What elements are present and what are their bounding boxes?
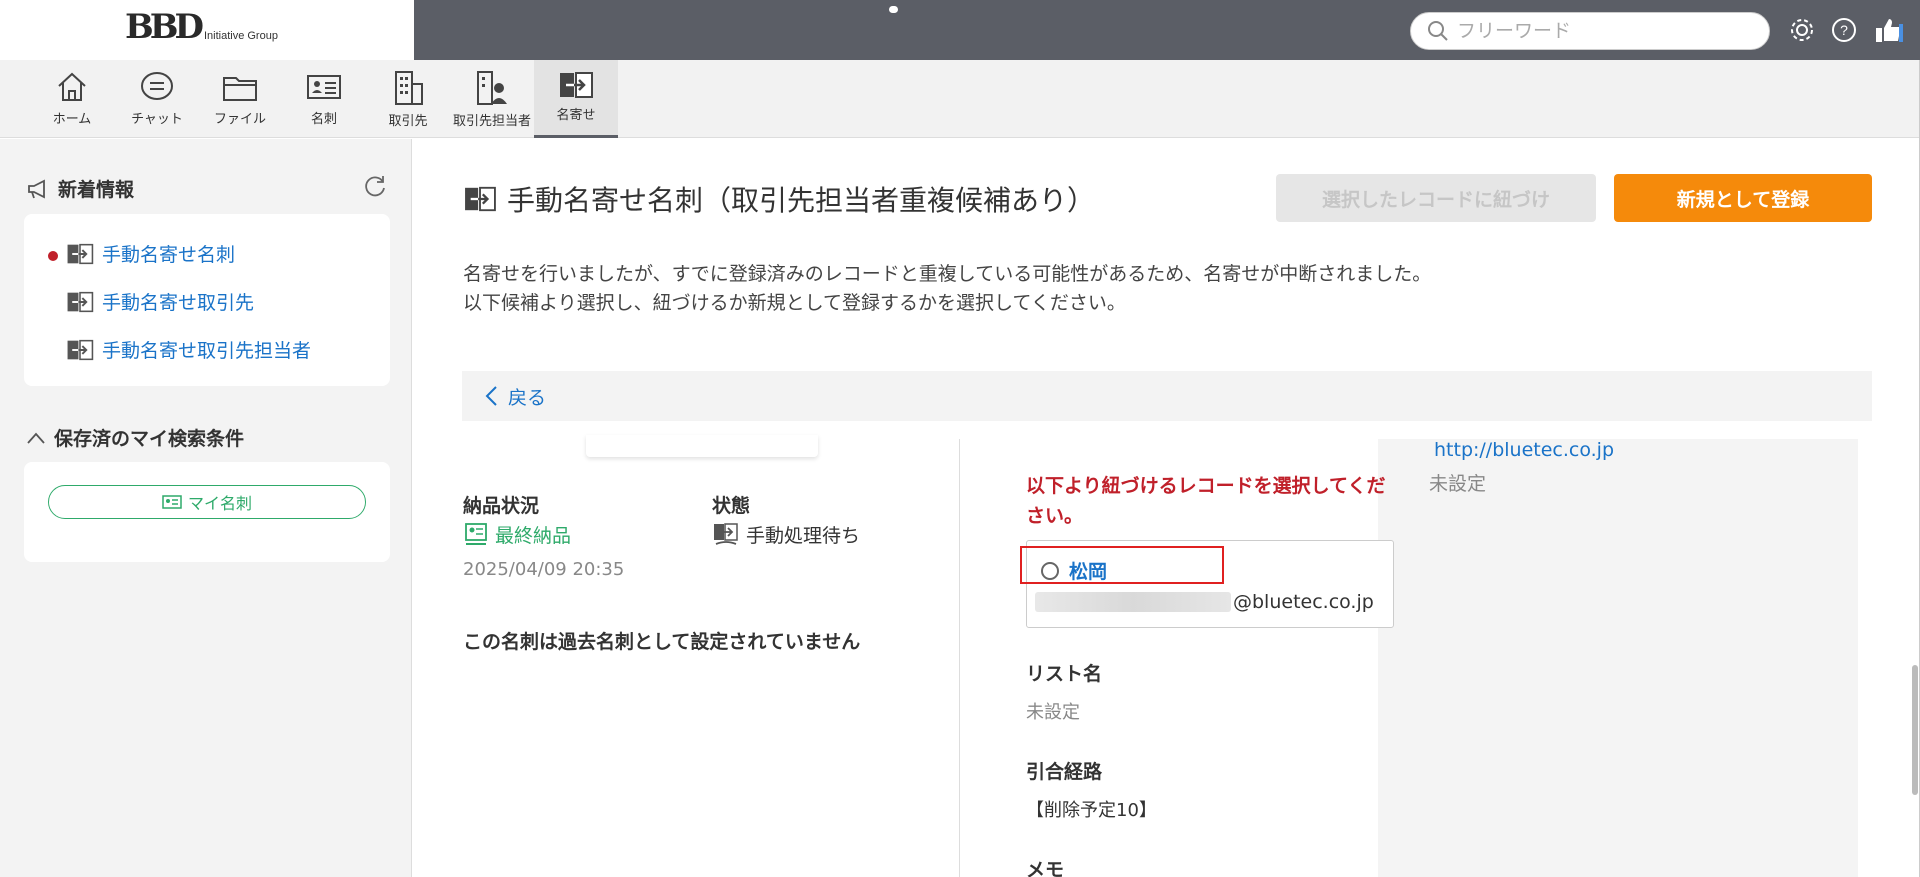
my-card-button[interactable]: マイ名刺 [48,485,366,519]
nav-label: 取引先 [388,114,428,129]
saved-search-header[interactable]: 保存済のマイ検索条件 [26,424,244,451]
state-label: 状態 [712,495,751,517]
list-name-value: 未設定 [1026,702,1080,723]
page-title-text: 手動名寄せ名刺（取引先担当者重複候補あり） [507,184,1096,217]
news-title: 新着情報 [58,179,135,201]
main-content: 手動名寄せ名刺（取引先担当者重複候補あり） 選択したレコードに紐づけ 新規として… [413,139,1920,877]
candidate-column: 以下より紐づけるレコードを選択してください。 松岡 @bluetec.co.jp… [978,439,1394,877]
merge-icon [67,243,94,264]
description-line-1: 名寄せを行いましたが、すでに登録済みのレコードと重複している可能性があるため、名… [463,263,1432,285]
merge-icon [67,291,94,312]
search-input[interactable] [1457,20,1747,42]
nav-label: ホーム [52,112,92,127]
saved-search-title: 保存済のマイ検索条件 [54,428,245,450]
register-new-button[interactable]: 新規として登録 [1614,174,1872,222]
logo-mark: BBD [125,7,204,47]
news-item-label: 手動名寄せ取引先 [102,292,255,314]
nav-file[interactable]: ファイル [208,60,272,138]
card-image-thumbnail[interactable] [586,435,818,457]
delivery-status-text: 最終納品 [495,525,572,547]
select-record-message: 以下より紐づけるレコードを選択してください。 [1026,475,1386,527]
chat-icon [141,72,173,100]
chevron-up-icon [27,432,45,444]
candidate-highlight-box [1020,546,1224,584]
column-divider [959,439,960,877]
news-item-label: 手動名寄せ取引先担当者 [102,340,312,362]
state-text: 手動処理待ち [746,525,861,547]
nav-company[interactable]: 取引先 [380,60,436,138]
folder-icon [223,77,257,101]
svg-text:?: ? [1840,22,1848,38]
thumbs-up-icon[interactable] [1873,15,1903,45]
my-card-label: マイ名刺 [187,494,252,513]
link-selected-record-button[interactable]: 選択したレコードに紐づけ [1276,174,1596,222]
home-icon [58,72,86,101]
manual-process-icon [714,522,738,545]
nav-label: チャット [131,112,183,127]
main-nav: ホーム チャット ファイル 名刺 取引先 取引先担当者 名寄せ [0,60,1920,138]
back-label: 戻る [508,386,547,409]
delivery-datetime: 2025/04/09 20:35 [463,559,625,580]
news-item-manual-card[interactable]: 手動名寄せ名刺 [66,240,235,267]
nav-chat[interactable]: チャット [124,60,190,138]
top-indicator-dot [889,6,898,13]
description-line-2: 以下候補より選択し、紐づけるか新規として登録するかを選択してください。 [463,292,1126,314]
delivery-status-value: 最終納品 [463,521,571,548]
building-icon [395,71,423,105]
referral-value: 【削除予定10】 [1026,800,1157,821]
nav-label: 取引先担当者 [452,114,531,129]
refresh-icon[interactable] [362,173,388,203]
news-item-label: 手動名寄せ名刺 [102,244,236,266]
nav-label: 名刺 [310,112,337,127]
saved-search-card: マイ名刺 [24,462,390,562]
candidate-email: @bluetec.co.jp [1035,591,1374,613]
chevron-left-icon [485,386,497,406]
nav-label: ファイル [213,112,266,127]
merge-icon [465,186,496,212]
contact-person-icon [477,71,507,105]
business-card-icon [162,495,182,509]
merge-icon [67,339,94,360]
scrollbar-thumb[interactable] [1912,665,1918,795]
delivery-status-label: 納品状況 [463,495,540,517]
referral-label: 引合経路 [1026,761,1103,783]
past-card-note: この名刺は過去名刺として設定されていません [463,631,861,653]
redacted-email-local [1035,592,1231,612]
gear-icon[interactable] [1787,15,1817,45]
business-card-icon [307,75,341,99]
nav-label: 名寄せ [556,108,596,123]
logo-sub: Initiative Group [203,30,278,42]
back-link[interactable]: 戻る [462,371,1872,421]
url-unset-value: 未設定 [1429,473,1487,495]
page-title: 手動名寄せ名刺（取引先担当者重複候補あり） [463,179,1095,219]
memo-label: メモ [1026,859,1065,877]
company-url-link[interactable]: http://bluetec.co.jp [1434,439,1614,461]
unread-dot [48,251,58,261]
logo[interactable]: BBD Initiative Group [125,10,278,44]
nav-home[interactable]: ホーム [42,60,102,138]
nav-merge[interactable]: 名寄せ [534,60,618,138]
nav-contact[interactable]: 取引先担当者 [450,60,534,138]
help-icon[interactable]: ? [1829,15,1859,45]
logo-area[interactable]: BBD Initiative Group [0,0,414,60]
delivery-card-icon [465,522,487,545]
list-name-label: リスト名 [1026,663,1103,685]
news-item-manual-contact[interactable]: 手動名寄せ取引先担当者 [66,336,311,363]
news-header: 新着情報 [26,175,134,202]
candidate-email-domain: @bluetec.co.jp [1233,591,1374,613]
merge-icon [560,72,593,98]
news-item-manual-company[interactable]: 手動名寄せ取引先 [66,288,254,315]
nav-business-card[interactable]: 名刺 [298,60,350,138]
sidebar: 新着情報 手動名寄せ名刺 手動名寄せ取引先 手動名寄せ取引先担当者 保存済のマイ… [0,139,412,877]
megaphone-icon [28,179,45,198]
state-value: 手動処理待ち [712,521,860,548]
candidate-panel: 以下より紐づけるレコードを選択してください。 松岡 @bluetec.co.jp… [978,439,1858,877]
search-box[interactable] [1410,12,1770,50]
search-icon [1428,21,1448,41]
